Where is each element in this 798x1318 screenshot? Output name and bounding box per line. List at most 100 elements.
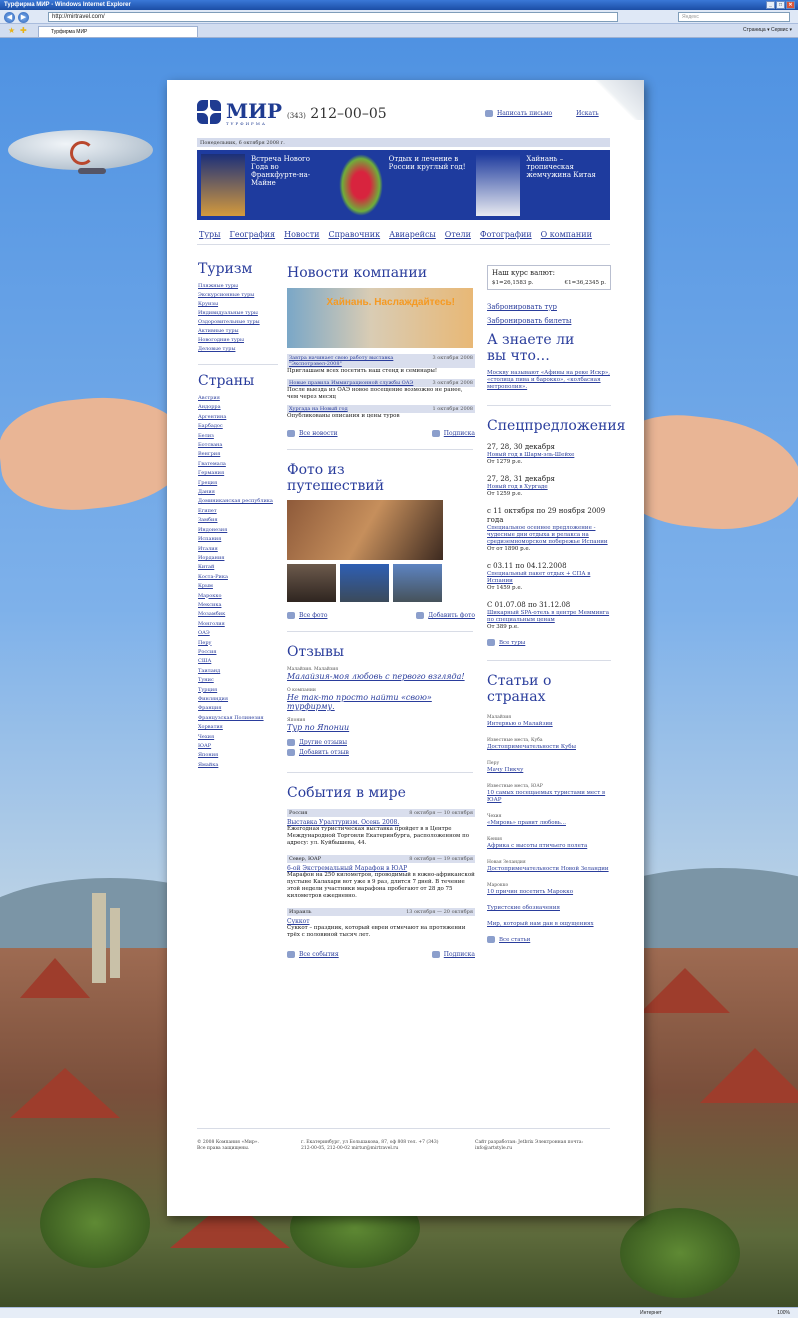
country-link[interactable]: ОАЭ <box>198 630 210 636</box>
browser-tab[interactable]: Турфирма МИР <box>38 26 198 37</box>
article-link[interactable]: 10 самых посещаемых туристами мест в ЮАР <box>487 790 605 803</box>
event-link[interactable]: 6-ой Экстремальный Марафон в ЮАР <box>287 865 475 872</box>
country-link[interactable]: Барбадос <box>198 423 223 429</box>
country-link[interactable]: Ботсвана <box>198 442 222 448</box>
close-icon[interactable]: ✕ <box>786 1 795 9</box>
country-link[interactable]: Чехия <box>198 734 214 740</box>
back-arrow-icon[interactable]: ◀ <box>4 12 15 23</box>
country-link[interactable]: Андорра <box>198 404 221 410</box>
offer-link[interactable]: Специальное осеннее предложение - чудесн… <box>487 525 608 545</box>
tourism-link[interactable]: Пляжные туры <box>198 283 238 289</box>
article-link[interactable]: «Мировь» правит любовь... <box>487 820 566 826</box>
country-link[interactable]: Мексика <box>198 602 221 608</box>
all-photos-link[interactable]: Все фото <box>287 612 327 619</box>
events-subscribe-link[interactable]: Подписка <box>431 951 475 958</box>
country-link[interactable]: Франция <box>198 705 221 711</box>
all-tours-link[interactable]: Все туры <box>487 639 611 646</box>
maximize-icon[interactable]: □ <box>776 1 785 9</box>
country-link[interactable]: Венгрия <box>198 451 220 457</box>
country-link[interactable]: Япония <box>198 752 218 758</box>
favorites-star-icon[interactable]: ★ <box>8 26 15 35</box>
review-link[interactable]: Тур по Японии <box>287 723 349 732</box>
country-link[interactable]: Замбия <box>198 517 217 523</box>
country-link[interactable]: Коста-Рика <box>198 574 228 580</box>
news-subscribe-link[interactable]: Подписка <box>431 430 475 437</box>
country-link[interactable]: Тунис <box>198 677 214 683</box>
add-photo-link[interactable]: Добавить фото <box>416 612 475 619</box>
article-link[interactable]: Достопримечательности Новой Зеландии <box>487 866 609 872</box>
all-articles-link[interactable]: Все статьи <box>487 936 611 943</box>
offer-link[interactable]: Новый год в Шарм-эль-Шейхе <box>487 452 574 458</box>
country-link[interactable]: Хорватия <box>198 724 223 730</box>
article-link[interactable]: Мачу Пикчу <box>487 767 523 773</box>
know-text[interactable]: Москву называют «Афины на реке Искр», «с… <box>487 370 611 391</box>
search-link[interactable]: Искать <box>576 110 599 117</box>
url-input[interactable]: http://mirtravel.com/ <box>48 12 618 22</box>
article-link[interactable]: Мир, который нам дан в ощущениях <box>487 921 594 927</box>
photo-thumb[interactable] <box>393 564 442 602</box>
country-link[interactable]: Индонезия <box>198 527 227 533</box>
nav-flights[interactable]: Авиарейсы <box>389 230 436 239</box>
review-link[interactable]: Малайзия-моя любовь с первого взгляда! <box>287 672 465 681</box>
banner-item[interactable]: Встреча Нового Года во Франкфурте-на-Май… <box>197 150 335 220</box>
country-link[interactable]: Марокко <box>198 593 222 599</box>
country-link[interactable]: Белиз <box>198 433 214 439</box>
add-favorite-icon[interactable]: ✚ <box>20 26 27 35</box>
nav-about[interactable]: О компании <box>541 230 592 239</box>
nav-hotels[interactable]: Отели <box>445 230 471 239</box>
photo-thumb[interactable] <box>340 564 389 602</box>
country-link[interactable]: Таиланд <box>198 668 220 674</box>
book-tickets-link[interactable]: Забронировать билеты <box>487 317 571 325</box>
country-link[interactable]: Гватемала <box>198 461 226 467</box>
photo-main[interactable] <box>287 500 443 560</box>
country-link[interactable]: Финляндия <box>198 696 228 702</box>
review-link[interactable]: Не так-то просто найти «свою» турфирму. <box>287 693 432 711</box>
country-link[interactable]: Крым <box>198 583 213 589</box>
country-link[interactable]: Дания <box>198 489 215 495</box>
all-news-link[interactable]: Все новости <box>287 430 338 437</box>
article-link[interactable]: Достопримечательности Кубы <box>487 744 576 750</box>
country-link[interactable]: Турция <box>198 687 217 693</box>
add-review-link[interactable]: Добавить отзыв <box>287 748 475 758</box>
event-link[interactable]: Суккот <box>287 918 475 925</box>
tourism-link[interactable]: Активные туры <box>198 328 239 334</box>
site-logo[interactable]: МИР ТУРФИРМА <box>197 100 282 126</box>
news-item-link[interactable]: Завтра начинает свою работу выставка "Эк… <box>289 355 432 367</box>
country-link[interactable]: Аргентина <box>198 414 226 420</box>
nav-geography[interactable]: География <box>230 230 276 239</box>
article-link[interactable]: Туристские обозначения <box>487 905 560 911</box>
tourism-link[interactable]: Деловые туры <box>198 346 235 352</box>
country-link[interactable]: ЮАР <box>198 743 211 749</box>
nav-news[interactable]: Новости <box>284 230 319 239</box>
country-link[interactable]: Монголия <box>198 621 225 627</box>
country-link[interactable]: США <box>198 658 211 664</box>
country-link[interactable]: Перу <box>198 640 211 646</box>
news-item-link[interactable]: Хургада на Новый год <box>289 406 348 412</box>
search-input[interactable]: Яндекс <box>678 12 790 22</box>
forward-arrow-icon[interactable]: ▶ <box>18 12 29 23</box>
country-link[interactable]: Мозамбик <box>198 611 225 617</box>
article-link[interactable]: Африка с высоты птичьего полета <box>487 843 587 849</box>
news-item-link[interactable]: Новые правила Иммиграционной службы ОАЭ <box>289 380 413 386</box>
tourism-link[interactable]: Индивидуальные туры <box>198 310 258 316</box>
country-link[interactable]: Австрия <box>198 395 220 401</box>
offer-link[interactable]: Шикарный SPA-отель в центре Мемминга по … <box>487 610 609 623</box>
country-link[interactable]: Египет <box>198 508 217 514</box>
tourism-link[interactable]: Экскурсионные туры <box>198 292 254 298</box>
country-link[interactable]: Французская Полинезия <box>198 715 264 721</box>
minimize-icon[interactable]: _ <box>766 1 775 9</box>
article-link[interactable]: 10 причин посетить Марокко <box>487 889 573 895</box>
tourism-link[interactable]: Новогодние туры <box>198 337 244 343</box>
offer-link[interactable]: Специальный пакет отдых + СПА в Испании <box>487 571 590 584</box>
country-link[interactable]: Доминиканская республика <box>198 498 273 504</box>
book-tour-link[interactable]: Забронировать тур <box>487 303 557 311</box>
country-link[interactable]: Греция <box>198 480 217 486</box>
offer-link[interactable]: Новый год в Хургаде <box>487 484 548 490</box>
country-link[interactable]: Германия <box>198 470 224 476</box>
tourism-link[interactable]: Оздоровительные туры <box>198 319 260 325</box>
nav-tours[interactable]: Туры <box>199 230 221 239</box>
country-link[interactable]: Ямайка <box>198 762 218 768</box>
nav-reference[interactable]: Справочник <box>328 230 380 239</box>
article-link[interactable]: Интервью о Малайзии <box>487 721 553 727</box>
banner-item[interactable]: Отдых и лечение в России круглый год! <box>335 150 473 220</box>
